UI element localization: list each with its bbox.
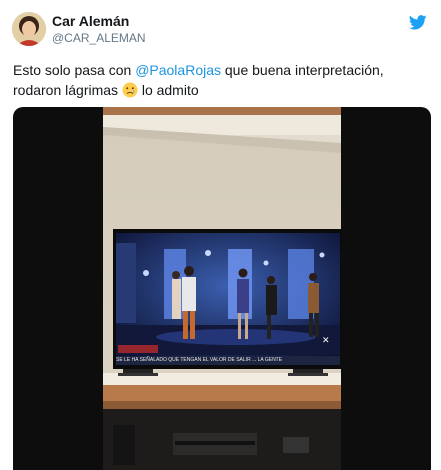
tweet-line-2: rodaron lágrimas lo admito: [13, 80, 428, 100]
avatar[interactable]: [12, 12, 46, 46]
avatar-image: [12, 12, 46, 46]
tweet-text-segment: que buena interpretación,: [221, 62, 384, 78]
tweet-media-video[interactable]: ✕ SE LE HA SEÑALADO QUE TENGAN EL VALOR …: [13, 107, 431, 470]
tv-stage-image: ✕: [116, 233, 340, 365]
display-name[interactable]: Car Alemán: [52, 13, 129, 29]
tweet-text-segment: Esto solo pasa con: [13, 62, 136, 78]
video-frame: ✕ SE LE HA SEÑALADO QUE TENGAN EL VALOR …: [103, 107, 341, 470]
tv-screen: ✕ SE LE HA SEÑALADO QUE TENGAN EL VALOR …: [116, 233, 340, 365]
twitter-bird-icon[interactable]: [409, 15, 427, 30]
tweet-text-segment: lo admito: [137, 82, 199, 98]
user-handle[interactable]: @CAR_ALEMAN: [52, 31, 146, 45]
tweet-text-segment: rodaron lágrimas: [13, 82, 122, 98]
crying-face-emoji-icon: [122, 82, 138, 98]
tv-news-ticker: SE LE HA SEÑALADO QUE TENGAN EL VALOR DE…: [116, 356, 340, 365]
mention-link[interactable]: @PaolaRojas: [135, 62, 221, 78]
tweet-text: Esto solo pasa con @PaolaRojas que buena…: [13, 60, 428, 100]
tweet-line-1: Esto solo pasa con @PaolaRojas que buena…: [13, 60, 428, 80]
svg-text:✕: ✕: [322, 336, 330, 346]
